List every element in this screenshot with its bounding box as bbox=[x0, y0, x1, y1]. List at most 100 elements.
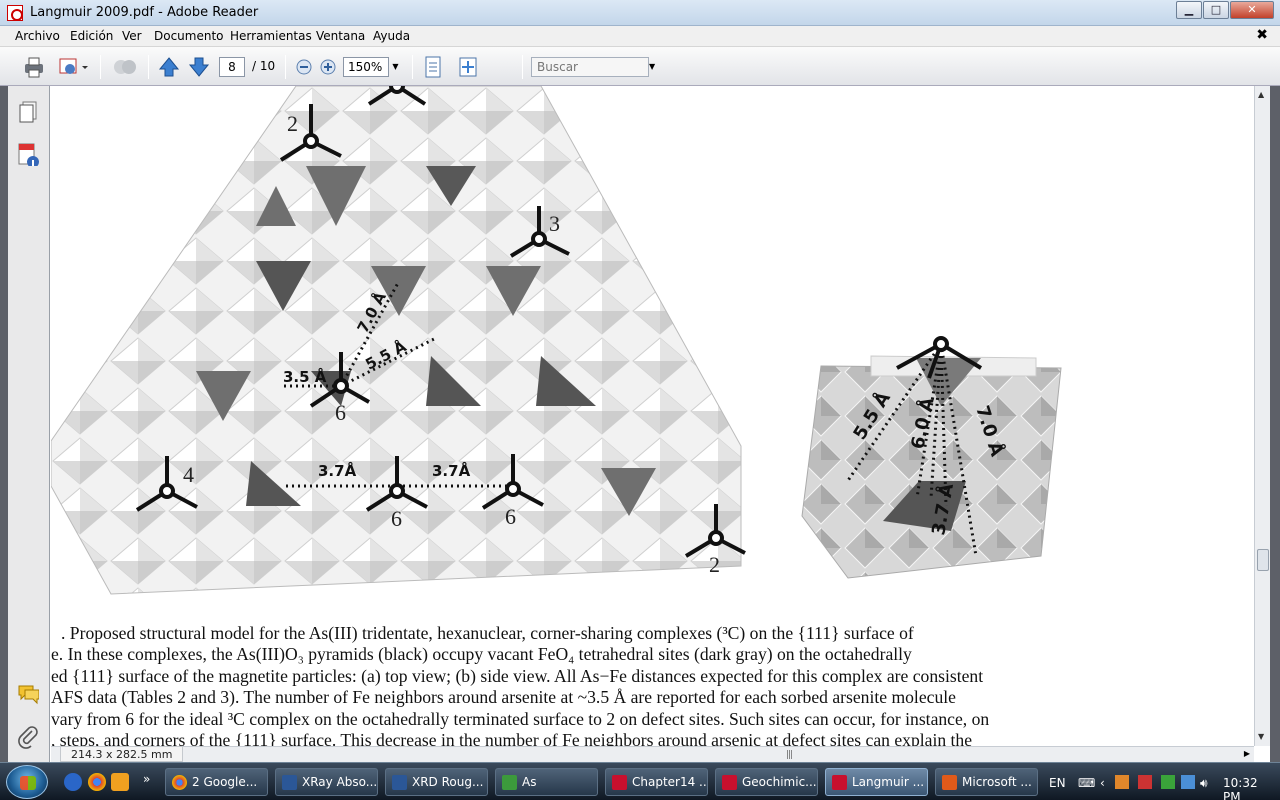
taskbar-item[interactable]: 2 Google... bbox=[165, 768, 268, 796]
chrome-icon bbox=[172, 775, 187, 790]
caption-line: . Proposed structural model for the As(I… bbox=[61, 623, 914, 643]
email-icon[interactable] bbox=[58, 55, 88, 79]
volume-icon[interactable]: 🔊︎ bbox=[1200, 776, 1208, 791]
taskbar-item[interactable]: Microsoft ... bbox=[935, 768, 1038, 796]
tray-app-icon[interactable] bbox=[1138, 775, 1152, 789]
taskbar-item[interactable]: As bbox=[495, 768, 598, 796]
media-player-icon[interactable] bbox=[111, 773, 129, 791]
figure-magnetite-model: 2 3 6 4 6 6 2 3.5 Å 5.5 Å 7.0 Å 3.7Å 3.7… bbox=[51, 86, 1062, 595]
site-count-label: 2 bbox=[709, 552, 720, 577]
language-indicator[interactable]: EN bbox=[1049, 776, 1066, 790]
minimize-button[interactable]: ▁ bbox=[1176, 1, 1202, 19]
scroll-down-icon[interactable]: ▼ bbox=[1258, 732, 1264, 741]
tray-app-icon[interactable] bbox=[1115, 775, 1129, 789]
taskbar-item-active[interactable]: Langmuir ... bbox=[825, 768, 928, 796]
page-size-indicator: 214.3 x 282.5 mm bbox=[60, 746, 184, 762]
panel-border bbox=[0, 86, 8, 762]
zoom-in-icon[interactable] bbox=[319, 55, 337, 79]
navigation-panel bbox=[0, 86, 50, 762]
quick-launch-more-icon[interactable]: » bbox=[143, 772, 150, 786]
site-count-label: 6 bbox=[505, 504, 516, 529]
separator bbox=[522, 55, 523, 79]
close-button[interactable]: ✕ bbox=[1230, 1, 1274, 19]
word-icon bbox=[392, 775, 407, 790]
tray-app-icon[interactable] bbox=[1161, 775, 1175, 789]
site-count-label: 3 bbox=[549, 211, 560, 236]
menu-documento[interactable]: Documento bbox=[154, 29, 224, 43]
zoom-dropdown-icon[interactable]: ▼ bbox=[389, 57, 402, 77]
site-count-label: 6 bbox=[391, 506, 402, 531]
separator bbox=[100, 55, 101, 79]
pdf-icon bbox=[722, 775, 737, 790]
word-icon bbox=[282, 775, 297, 790]
caption-line: AFS data (Tables 2 and 3). The number of… bbox=[51, 687, 956, 708]
powerpoint-icon bbox=[942, 775, 957, 790]
pdf-icon bbox=[832, 775, 847, 790]
distance-label: 3.5 Å bbox=[283, 367, 327, 386]
fit-page-icon[interactable] bbox=[457, 55, 479, 79]
site-count-label: 2 bbox=[287, 111, 298, 136]
adobe-reader-icon bbox=[7, 5, 23, 21]
next-page-icon[interactable] bbox=[188, 55, 210, 79]
document-properties-icon[interactable] bbox=[17, 142, 39, 166]
side-view: 5.5 Å 6.0 Å 7.0 Å 3.7 Å bbox=[801, 336, 1062, 579]
attachments-icon[interactable] bbox=[17, 726, 39, 750]
horizontal-scrollbar[interactable]: ||| ▶ bbox=[51, 746, 1254, 762]
internet-explorer-icon[interactable] bbox=[64, 773, 82, 791]
menu-ayuda[interactable]: Ayuda bbox=[373, 29, 410, 43]
menu-archivo[interactable]: Archivo bbox=[15, 29, 60, 43]
start-button[interactable] bbox=[6, 765, 48, 799]
maximize-button[interactable]: □ bbox=[1203, 1, 1229, 19]
title-bar: Langmuir 2009.pdf - Adobe Reader ▁ □ ✕ bbox=[0, 0, 1280, 26]
separator bbox=[148, 55, 149, 79]
figure-caption: . Proposed structural model for the As(I… bbox=[51, 623, 1254, 746]
taskbar-item[interactable]: Geochimic... bbox=[715, 768, 818, 796]
menu-edicion[interactable]: Edición bbox=[70, 29, 113, 43]
clock[interactable]: 10:32 PM bbox=[1223, 776, 1258, 800]
network-icon[interactable] bbox=[1181, 775, 1195, 789]
scroll-right-icon[interactable]: ▶ bbox=[1244, 749, 1250, 758]
search-input[interactable]: Buscar bbox=[531, 57, 649, 77]
previous-page-icon[interactable] bbox=[158, 55, 180, 79]
toolbar: 8 / 10 150% ▼ Buscar ▼ bbox=[0, 47, 1280, 86]
scroll-grip-icon[interactable]: ||| bbox=[786, 750, 793, 760]
close-document-button[interactable]: ✖ bbox=[1256, 27, 1268, 43]
collaborate-icon[interactable] bbox=[112, 55, 138, 79]
pdf-icon bbox=[612, 775, 627, 790]
caption-line: e. In these complexes, the As(III)O₃ pyr… bbox=[51, 644, 912, 665]
comments-icon[interactable] bbox=[17, 682, 39, 706]
chrome-icon[interactable] bbox=[88, 773, 106, 791]
tray-expand-icon[interactable]: ‹ bbox=[1100, 776, 1105, 790]
distance-label: 3.7Å bbox=[318, 461, 357, 480]
caption-line: ed {111} surface of the magnetite partic… bbox=[51, 665, 984, 686]
vertical-scrollbar[interactable]: ▲ ▼ bbox=[1254, 86, 1270, 746]
separator bbox=[412, 55, 413, 79]
print-icon[interactable] bbox=[22, 55, 46, 79]
zoom-level-input[interactable]: 150% bbox=[343, 57, 389, 77]
zoom-out-icon[interactable] bbox=[295, 55, 313, 79]
taskbar-item[interactable]: XRay Abso... bbox=[275, 768, 378, 796]
distance-label: 3.7Å bbox=[432, 461, 471, 480]
page-number-input[interactable]: 8 bbox=[219, 57, 245, 77]
scroll-thumb[interactable] bbox=[1257, 549, 1269, 571]
site-count-label: 4 bbox=[183, 462, 194, 487]
window-title: Langmuir 2009.pdf - Adobe Reader bbox=[30, 5, 259, 20]
site-count-label: 6 bbox=[335, 400, 346, 425]
page-total: / 10 bbox=[252, 59, 276, 73]
caption-line: vary from 6 for the ideal ³C complex on … bbox=[51, 708, 990, 729]
menu-ver[interactable]: Ver bbox=[122, 29, 142, 43]
keyboard-icon[interactable]: ⌨ bbox=[1078, 776, 1095, 790]
document-view[interactable]: 2 3 6 4 6 6 2 3.5 Å 5.5 Å 7.0 Å 3.7Å 3.7… bbox=[51, 86, 1254, 746]
search-dropdown-icon[interactable]: ▼ bbox=[649, 57, 659, 77]
taskbar-item[interactable]: Chapter14 ... bbox=[605, 768, 708, 796]
scroll-up-icon[interactable]: ▲ bbox=[1258, 90, 1264, 99]
taskbar: » 2 Google... XRay Abso... XRD Roug... A… bbox=[0, 762, 1280, 800]
menu-herramientas[interactable]: Herramientas bbox=[230, 29, 312, 43]
pages-icon[interactable] bbox=[17, 100, 39, 124]
menu-bar: Archivo Edición Ver Documento Herramient… bbox=[0, 26, 1280, 47]
scrolling-mode-icon[interactable] bbox=[423, 55, 443, 79]
caption-line: , steps, and corners of the {111} surfac… bbox=[51, 729, 973, 746]
taskbar-item[interactable]: XRD Roug... bbox=[385, 768, 488, 796]
menu-ventana[interactable]: Ventana bbox=[316, 29, 365, 43]
window-controls: ▁ □ ✕ bbox=[1175, 1, 1274, 19]
